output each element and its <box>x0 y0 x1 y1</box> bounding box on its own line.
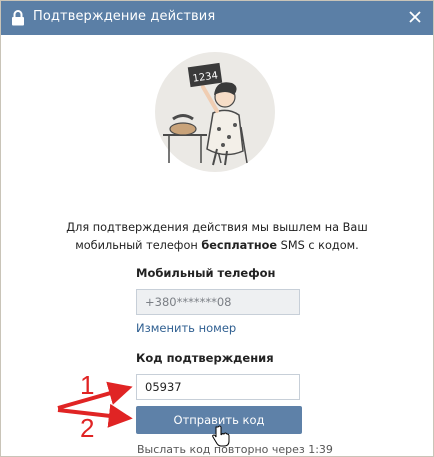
dialog-title: Подтверждение действия <box>33 9 216 24</box>
phone-input <box>136 289 300 315</box>
annotation-number-2: 2 <box>80 413 95 443</box>
change-number-link[interactable]: Изменить номер <box>136 321 236 335</box>
lock-icon <box>12 10 24 26</box>
dialog-titlebar: Подтверждение действия <box>1 1 433 35</box>
info-text-bold: бесплатное <box>201 239 278 252</box>
dialog-window: Подтверждение действия 1234 Для подтверж… <box>0 0 434 457</box>
code-label: Код подтверждения <box>136 351 274 365</box>
illustration: 1234 <box>155 52 275 172</box>
hand-cursor-icon <box>212 425 230 447</box>
phone-label: Мобильный телефон <box>136 266 276 280</box>
annotation-number-1: 1 <box>80 370 95 400</box>
info-text-part2: SMS с кодом. <box>277 239 359 252</box>
code-input[interactable] <box>136 374 300 400</box>
resend-countdown: Выслать код повторно через 1:39 <box>137 443 333 456</box>
close-icon[interactable] <box>407 9 423 25</box>
info-text: Для подтверждения действия мы вышлем на … <box>31 219 403 255</box>
